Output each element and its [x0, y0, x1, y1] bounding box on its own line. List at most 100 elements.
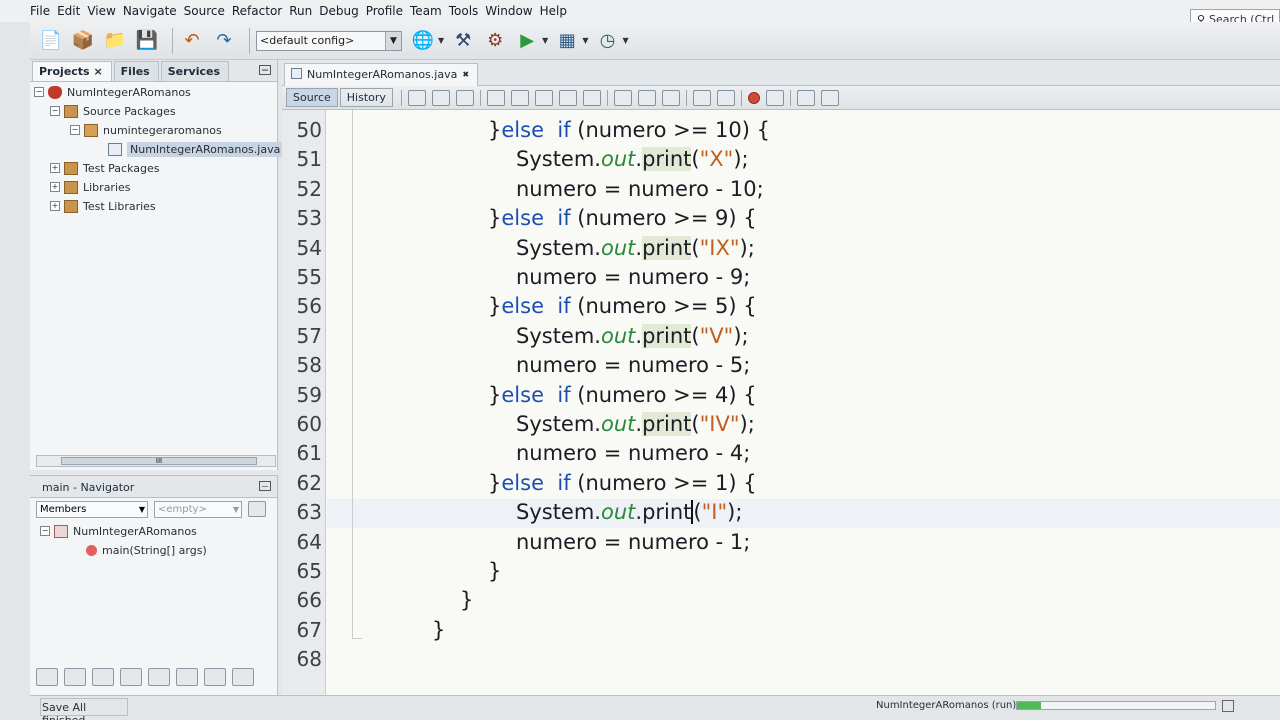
tab-services[interactable]: Services — [160, 61, 230, 81]
horizontal-scrollbar[interactable]: III — [36, 455, 276, 467]
minimize-icon[interactable]: — — [259, 65, 271, 75]
source-button[interactable]: Source — [286, 88, 338, 107]
code-line[interactable]: 53}else if (numero >= 9) { — [282, 204, 1280, 233]
toggle-rect-select-icon[interactable] — [582, 89, 601, 106]
debug-project-icon[interactable]: ▦ — [554, 28, 580, 54]
members-select[interactable]: Members ▼ — [36, 500, 148, 518]
save-all-icon[interactable]: 💾 — [134, 28, 160, 54]
chevron-down-icon[interactable]: ▼ — [622, 36, 628, 45]
code-line[interactable]: 52 numero = numero - 10; — [282, 175, 1280, 204]
code-line[interactable]: 66} — [282, 586, 1280, 615]
tree-item-libraries[interactable]: + Libraries — [50, 178, 131, 196]
menu-source[interactable]: Source — [184, 4, 225, 18]
new-file-icon[interactable]: 📄 — [38, 28, 64, 54]
toggle-highlight-icon[interactable] — [558, 89, 577, 106]
sort-options-icon[interactable] — [248, 501, 266, 517]
minimize-icon[interactable]: — — [259, 481, 271, 491]
code-line[interactable]: 60 System.out.print("IV"); — [282, 410, 1280, 439]
redo-icon[interactable]: ↷ — [211, 28, 237, 54]
code-line[interactable]: 56}else if (numero >= 5) { — [282, 292, 1280, 321]
tree-item-java-file[interactable]: NumIntegerARomanos.java — [108, 140, 284, 158]
expand-icon[interactable]: + — [50, 163, 60, 173]
find-next-icon[interactable] — [534, 89, 553, 106]
back-icon[interactable] — [431, 89, 450, 106]
comment-icon[interactable] — [796, 89, 815, 106]
code-line[interactable]: 67} — [282, 616, 1280, 645]
clean-build-icon[interactable]: ⚙ — [482, 28, 508, 54]
menu-debug[interactable]: Debug — [319, 4, 358, 18]
open-project-icon[interactable]: 📁 — [102, 28, 128, 54]
collapse-icon[interactable]: − — [50, 106, 60, 116]
tree-item-test-libraries[interactable]: + Test Libraries — [50, 197, 156, 215]
code-line[interactable]: 51 System.out.print("X"); — [282, 145, 1280, 174]
expand-icon[interactable]: + — [50, 201, 60, 211]
shift-left-icon[interactable] — [692, 89, 711, 106]
code-line[interactable]: 65} — [282, 557, 1280, 586]
filter-select[interactable]: <empty> ▼ — [154, 500, 242, 518]
running-task-label[interactable]: NumIntegerARomanos (run) — [876, 700, 1016, 711]
show-non-public-icon[interactable] — [120, 668, 142, 686]
tree-item-test-packages[interactable]: + Test Packages — [50, 159, 159, 177]
show-fields-icon[interactable] — [64, 668, 86, 686]
menu-view[interactable]: View — [87, 4, 115, 18]
scrollbar-thumb[interactable]: III — [61, 457, 257, 465]
code-line[interactable]: 59}else if (numero >= 4) { — [282, 381, 1280, 410]
start-macro-icon[interactable] — [747, 91, 760, 104]
menu-run[interactable]: Run — [289, 4, 312, 18]
run-project-icon[interactable]: ▶ — [514, 28, 540, 54]
chevron-down-icon[interactable]: ▼ — [438, 36, 444, 45]
profile-project-icon[interactable]: ◷ — [594, 28, 620, 54]
menu-window[interactable]: Window — [485, 4, 532, 18]
forward-icon[interactable] — [455, 89, 474, 106]
sort-by-source-icon[interactable] — [204, 668, 226, 686]
menu-profile[interactable]: Profile — [366, 4, 403, 18]
menu-tools[interactable]: Tools — [449, 4, 479, 18]
tab-numintegeraromanos-java[interactable]: NumIntegerARomanos.java ✖ — [284, 63, 479, 86]
menu-edit[interactable]: Edit — [57, 4, 80, 18]
collapse-icon[interactable]: − — [34, 87, 44, 97]
find-previous-icon[interactable] — [510, 89, 529, 106]
config-select[interactable]: <default config> ▼ — [256, 30, 402, 51]
code-line[interactable]: 62}else if (numero >= 1) { — [282, 469, 1280, 498]
find-selection-icon[interactable] — [486, 89, 505, 106]
menu-file[interactable]: File — [30, 4, 50, 18]
code-line[interactable]: 57 System.out.print("V"); — [282, 322, 1280, 351]
output-window-icon[interactable] — [1222, 700, 1234, 712]
tab-projects[interactable]: Projects × — [32, 61, 112, 81]
prev-bookmark-icon[interactable] — [613, 89, 632, 106]
inherited-members-icon[interactable] — [36, 668, 58, 686]
code-line[interactable]: 61 numero = numero - 4; — [282, 439, 1280, 468]
code-line[interactable]: 58 numero = numero - 5; — [282, 351, 1280, 380]
toggle-bookmark-icon[interactable] — [661, 89, 680, 106]
nav-item-class[interactable]: − NumIntegerARomanos — [40, 522, 197, 540]
shift-right-icon[interactable] — [716, 89, 735, 106]
code-editor[interactable]: 50}else if (numero >= 10) {51 System.out.… — [282, 110, 1280, 695]
new-project-icon[interactable]: 📦 — [70, 28, 96, 54]
undo-icon[interactable]: ↶ — [179, 28, 205, 54]
code-line[interactable]: 63 System.out.print("I"); — [282, 498, 1280, 527]
globe-icon[interactable]: 🌐 — [410, 28, 436, 54]
show-inner-classes-icon[interactable] — [148, 668, 170, 686]
menu-refactor[interactable]: Refactor — [232, 4, 282, 18]
menu-help[interactable]: Help — [540, 4, 567, 18]
next-bookmark-icon[interactable] — [637, 89, 656, 106]
close-icon[interactable]: ✖ — [462, 70, 469, 79]
code-line[interactable]: 54 System.out.print("IX"); — [282, 234, 1280, 263]
nav-item-method[interactable]: main(String[] args) — [86, 541, 207, 559]
menu-team[interactable]: Team — [410, 4, 442, 18]
build-hammer-icon[interactable]: ⚒ — [450, 28, 476, 54]
chevron-down-icon[interactable]: ▼ — [542, 36, 548, 45]
collapse-icon[interactable]: − — [70, 125, 80, 135]
sort-by-name-icon[interactable] — [176, 668, 198, 686]
history-button[interactable]: History — [339, 88, 393, 107]
last-edit-icon[interactable] — [407, 89, 426, 106]
code-line[interactable]: 50}else if (numero >= 10) { — [282, 116, 1280, 145]
code-line[interactable]: 64 numero = numero - 1; — [282, 528, 1280, 557]
show-static-icon[interactable] — [92, 668, 114, 686]
uncomment-icon[interactable] — [820, 89, 839, 106]
tree-item-project[interactable]: − NumIntegerARomanos — [34, 83, 191, 101]
expand-icon[interactable]: + — [50, 182, 60, 192]
stop-macro-icon[interactable] — [765, 89, 784, 106]
code-line[interactable]: 55 numero = numero - 9; — [282, 263, 1280, 292]
sort-order-icon[interactable] — [232, 668, 254, 686]
